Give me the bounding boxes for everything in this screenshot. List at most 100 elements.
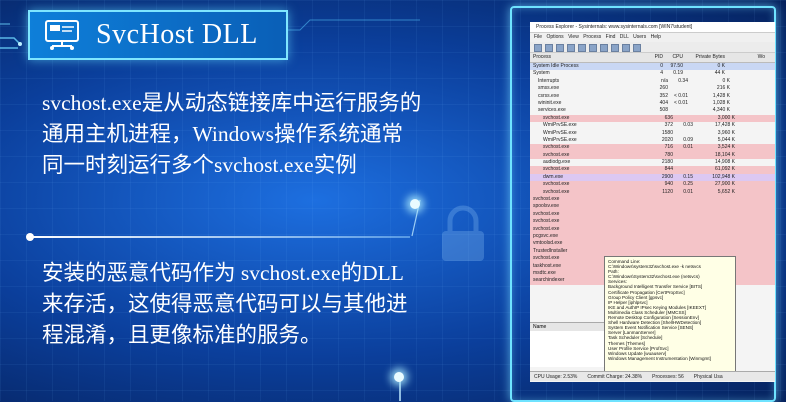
process-row[interactable]: svchost.exe 1120 0.01 5,652 K [530,188,775,197]
process-cell [683,240,725,247]
process-cell: System Idle Process [533,63,579,69]
toolbar-button-icon [545,44,553,52]
column-header: Process [533,54,552,60]
process-row[interactable]: svchost.exe 844 61,092 K [530,166,775,174]
process-cell: System [533,70,550,77]
process-cell [663,226,683,233]
process-row[interactable]: WmiPrvSE.exe 1580 3,960 K [530,130,775,137]
column-header: PID [654,54,663,60]
process-cell [663,240,683,247]
process-cell [673,130,693,137]
process-cell: svchost.exe [543,144,570,151]
process-cell: svchost.exe [543,181,570,188]
process-cell: wininit.exe [538,99,562,106]
process-cell [663,203,683,210]
process-cell [641,211,663,218]
process-cell [641,233,663,240]
window-title: Process Explorer - Sysinternals: www.sys… [530,22,775,33]
process-row[interactable]: vmtoolsd.exe [530,240,775,248]
process-row[interactable]: WmiPrvSE.exe 2020 0.09 5,044 K [530,137,775,144]
process-cell: WmiPrvSE.exe [543,122,577,129]
process-cell: svchost.exe [533,218,560,225]
process-row[interactable]: svchost.exe 716 0.01 3,524 K [530,144,775,152]
toolbar-button-icon [556,44,564,52]
process-row[interactable]: csrss.exe 352 < 0.01 1,428 K [530,93,775,100]
process-row[interactable]: audiodg.exe 2180 14,908 K [530,159,775,166]
slide-title-box: SvcHost DLL [28,10,288,60]
glow-dot [410,199,420,209]
process-cell: 27,900 K [714,181,735,188]
process-cell: 0.34 [678,77,688,84]
process-cell: 0.09 [683,136,693,143]
process-row[interactable]: svchost.exe 940 0.25 27,900 K [530,181,775,189]
process-row[interactable]: svchost.exe [530,210,775,219]
process-cell: 1580 [661,129,673,136]
process-cell [673,115,693,122]
process-cell [663,218,683,225]
process-row[interactable]: TrustedInstaller [530,247,775,256]
process-cell [673,166,693,173]
process-cell: 508 [659,107,668,114]
monitor-network-icon [38,18,86,52]
process-cell: 3,524 K [717,144,735,151]
toolbar-button-icon [578,44,586,52]
process-cell: < 0.01 [673,92,688,99]
process-row[interactable]: svchost.exe 636 3,000 K [530,114,775,123]
process-cell: 216 K [716,85,730,92]
process-cell: svchost.exe [543,188,570,195]
process-row[interactable]: System Idle Process 0 97.50 0 K [530,63,775,71]
toolbar-button-icon [611,44,619,52]
process-cell: 0 K [717,63,725,69]
process-cell [663,196,683,203]
process-cell: 97.50 [670,63,683,69]
process-cell [641,226,663,233]
process-cell: 4,340 K [712,107,730,114]
process-cell: svchost.exe [533,225,560,232]
process-cell: smss.exe [538,85,560,92]
process-cell: csrss.exe [538,92,560,99]
process-cell: 3,000 K [717,114,735,121]
process-cell: 780 [664,151,673,158]
process-row[interactable]: dwm.exe 2900 0.15 102,948 K [530,173,775,182]
process-row[interactable]: smss.exe 260 216 K [530,85,775,92]
process-row[interactable]: pcgsvc.exe [530,232,775,241]
process-cell: 2900 [661,173,673,180]
process-row[interactable]: System 4 0.19 44 K [530,70,775,77]
status-cpu: CPU Usage: 2.53% [534,374,578,380]
process-cell [683,226,725,233]
process-cell: svchost.exe [533,210,560,217]
process-row[interactable]: svchost.exe [530,225,775,233]
separator-line [30,236,410,238]
process-cell: TrustedInstaller [533,247,568,254]
process-row[interactable]: spoolsv.exe [530,203,775,211]
process-row[interactable]: wininit.exe 404 < 0.01 1,028 K [530,100,775,107]
process-cell: 0.15 [683,173,693,180]
process-cell [683,233,725,240]
process-cell [663,211,683,218]
process-tooltip: Command Line: C:\Windows\system32\svchost… [604,256,736,374]
process-cell: 0.01 [683,188,693,195]
column-header: Private Bytes [695,54,725,60]
process-cell: 17,428 K [714,122,735,129]
process-cell: 1,028 K [712,99,730,106]
process-row[interactable]: svchost.exe 780 18,104 K [530,151,775,160]
process-cell [683,203,725,210]
process-cell: 716 [664,144,673,151]
lower-pane: Name [530,322,604,367]
process-cell: 14,908 K [714,159,735,166]
process-row[interactable]: svchost.exe [530,196,775,204]
process-row[interactable]: Interrupts n/a 0.34 0 K [530,78,775,85]
process-cell [663,248,683,255]
process-row[interactable]: svchost.exe [530,218,775,226]
process-cell: 4 [660,70,663,77]
status-physical: Physical Usa [693,374,723,380]
process-cell [673,159,693,166]
process-cell: 18,104 K [714,151,735,158]
process-row[interactable]: services.exe 508 4,340 K [530,107,775,114]
process-row[interactable]: WmiPrvSE.exe 372 0.03 17,428 K [530,122,775,129]
process-cell: 44 K [714,70,725,77]
paragraph-malware-description: 安装的恶意代码作为 svchost.exe的DLL来存活，这使得恶意代码可以与其… [42,261,408,347]
process-cell: < 0.01 [673,99,688,106]
process-cell: WmiPrvSE.exe [543,129,577,136]
process-cell: svchost.exe [533,196,560,203]
